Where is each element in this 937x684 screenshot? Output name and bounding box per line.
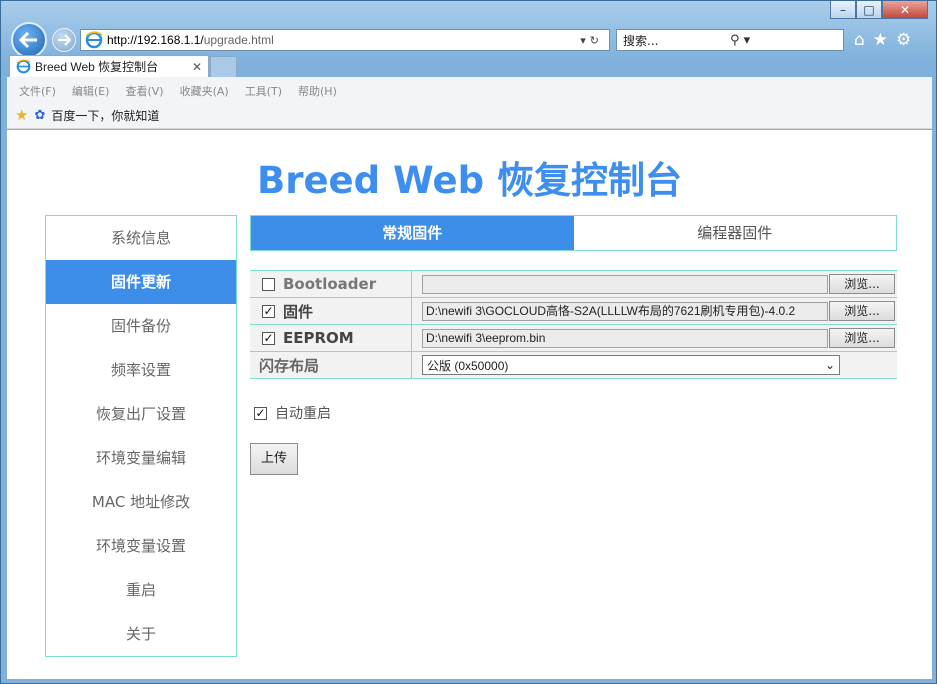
browser-tab[interactable]: Breed Web 恢复控制台 ✕ [9,55,209,77]
chevron-down-icon: ⌄ [824,358,835,372]
flash-layout-row: 闪存布局 公版 (0x50000) ⌄ [250,352,897,379]
flash-layout-cell: 公版 (0x50000) ⌄ [412,352,897,378]
sidebar-item-reboot[interactable]: 重启 [46,568,236,612]
eeprom-label: EEPROM [283,329,354,347]
bootloader-browse-button[interactable]: 浏览... [829,274,895,294]
bootloader-checkbox[interactable] [262,277,275,291]
sidebar: 系统信息 固件更新 固件备份 频率设置 恢复出厂设置 环境变量编辑 MAC 地址… [45,215,237,657]
flash-layout-label: 闪存布局 [250,352,412,378]
favorites-star-icon[interactable]: ★ [873,30,888,50]
ie-logo-icon [16,59,31,74]
arrow-left-icon [19,31,37,49]
sidebar-item-system-info[interactable]: 系统信息 [46,216,236,260]
browser-window: – □ ✕ http://192.168.1.1/upgrade.html ▾↻… [0,0,937,684]
baidu-paw-icon: ✿ [34,107,46,123]
eeprom-file-cell: D:\newifi 3\eeprom.bin 浏览... [412,325,897,351]
firmware-tabs: 常规固件 编程器固件 [250,215,897,251]
home-icon[interactable]: ⌂ [854,30,865,50]
firmware-row: ✓ 固件 D:\newifi 3\GOCLOUD高恪-S2A(LLLLW布局的7… [250,298,897,325]
sidebar-item-firmware-update[interactable]: 固件更新 [46,260,236,304]
url-path: upgrade.html [203,33,274,47]
toolbar-icons: ⌂ ★ ⚙ [854,30,911,50]
menu-view[interactable]: 查看(V) [125,83,163,103]
window-controls: – □ ✕ [830,1,928,19]
favorites-bar: ★ ✿ 百度一下，你就知道 [7,103,932,127]
sidebar-item-factory-reset[interactable]: 恢复出厂设置 [46,392,236,436]
url-host: http://192.168.1.1/ [107,33,204,47]
eeprom-label-cell: ✓ EEPROM [250,325,412,351]
search-icon[interactable]: ⚲ ▾ [730,33,843,48]
bootloader-label-cell: Bootloader [250,271,412,297]
firmware-browse-button[interactable]: 浏览... [829,301,895,321]
auto-reboot-checkbox[interactable]: ✓ [254,406,267,420]
gear-icon[interactable]: ⚙ [896,30,911,50]
menu-help[interactable]: 帮助(H) [298,83,337,103]
refresh-icon[interactable]: ↻ [590,34,603,47]
page-title: Breed Web 恢复控制台 [257,159,682,202]
sidebar-item-mac[interactable]: MAC 地址修改 [46,480,236,524]
eeprom-row: ✓ EEPROM D:\newifi 3\eeprom.bin 浏览... [250,325,897,352]
url-text: http://192.168.1.1/upgrade.html [107,33,580,47]
tab-regular-firmware[interactable]: 常规固件 [251,216,574,250]
close-tab-icon[interactable]: ✕ [192,60,208,74]
eeprom-browse-button[interactable]: 浏览... [829,328,895,348]
back-button[interactable] [11,22,47,58]
bootloader-row: Bootloader 浏览... [250,271,897,298]
sidebar-item-about[interactable]: 关于 [46,612,236,656]
add-favorite-star-icon[interactable]: ★ [15,106,28,124]
page-content: Breed Web 恢复控制台 系统信息 固件更新 固件备份 频率设置 恢复出厂… [7,130,932,679]
flash-layout-value: 公版 (0x50000) [427,358,509,373]
close-window-button[interactable]: ✕ [882,1,928,19]
dropdown-icon[interactable]: ▾ [580,34,590,47]
eeprom-file-input[interactable]: D:\newifi 3\eeprom.bin [422,328,828,348]
menu-favorites[interactable]: 收藏夹(A) [180,83,229,103]
ie-logo-icon [85,31,103,49]
search-box[interactable]: 搜索... ⚲ ▾ [616,29,844,51]
forward-button[interactable] [52,28,76,52]
menu-tools[interactable]: 工具(T) [245,83,282,103]
new-tab-button[interactable] [210,56,237,77]
menu-bar: 文件(F) 编辑(E) 查看(V) 收藏夹(A) 工具(T) 帮助(H) [7,77,932,103]
favorite-link-baidu[interactable]: 百度一下，你就知道 [51,107,159,124]
tab-title: Breed Web 恢复控制台 [35,60,159,74]
firmware-checkbox[interactable]: ✓ [262,304,275,318]
search-placeholder: 搜索... [623,33,659,48]
address-tools[interactable]: ▾↻ [580,34,609,47]
firmware-label: 固件 [283,302,314,321]
sidebar-item-frequency[interactable]: 频率设置 [46,348,236,392]
firmware-form: Bootloader 浏览... ✓ 固件 D:\newifi 3\GOCLOU… [250,270,897,379]
minimize-button[interactable]: – [830,1,856,19]
tab-programmer-firmware[interactable]: 编程器固件 [574,216,897,250]
sidebar-item-env-settings[interactable]: 环境变量设置 [46,524,236,568]
sidebar-item-firmware-backup[interactable]: 固件备份 [46,304,236,348]
auto-reboot-label: 自动重启 [275,406,331,422]
auto-reboot-option[interactable]: ✓ 自动重启 [254,403,331,423]
browser-chrome: 文件(F) 编辑(E) 查看(V) 收藏夹(A) 工具(T) 帮助(H) ★ ✿… [7,77,932,129]
bootloader-file-cell: 浏览... [412,271,897,297]
menu-edit[interactable]: 编辑(E) [72,83,110,103]
bootloader-label: Bootloader [283,275,377,293]
arrow-right-icon [58,34,71,46]
menu-file[interactable]: 文件(F) [19,83,56,103]
firmware-label-cell: ✓ 固件 [250,298,412,324]
firmware-file-cell: D:\newifi 3\GOCLOUD高恪-S2A(LLLLW布局的7621刷机… [412,298,897,324]
maximize-button[interactable]: □ [856,1,882,19]
firmware-file-input[interactable]: D:\newifi 3\GOCLOUD高恪-S2A(LLLLW布局的7621刷机… [422,301,828,321]
flash-layout-select[interactable]: 公版 (0x50000) ⌄ [422,355,840,375]
bootloader-file-input[interactable] [422,274,828,294]
sidebar-item-env-edit[interactable]: 环境变量编辑 [46,436,236,480]
eeprom-checkbox[interactable]: ✓ [262,331,275,345]
upload-button[interactable]: 上传 [250,443,298,475]
address-bar[interactable]: http://192.168.1.1/upgrade.html ▾↻ [80,29,610,51]
